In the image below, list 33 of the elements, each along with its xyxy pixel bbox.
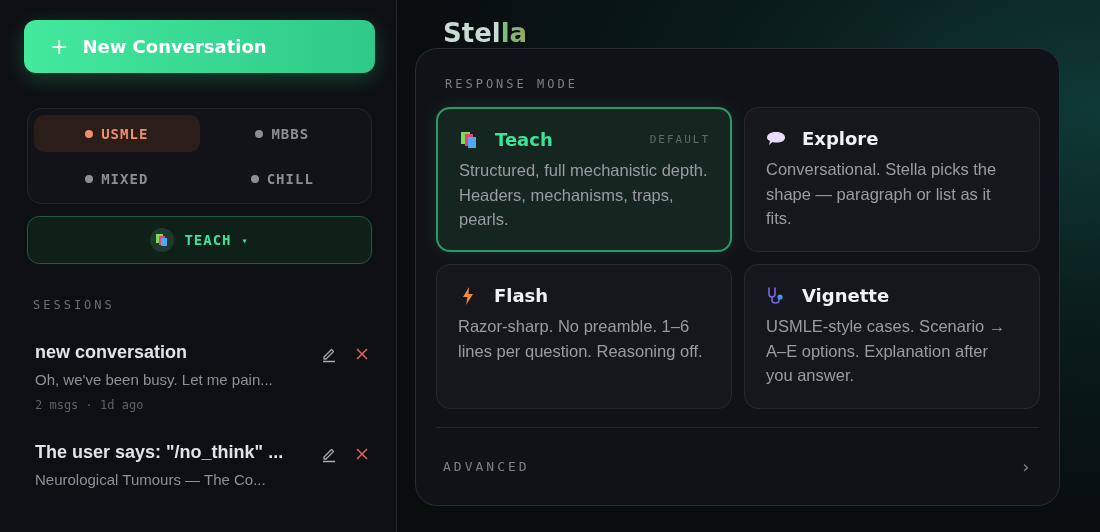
mode-description: Structured, full mechanistic depth. Headers, mechanisms, traps, pearls. xyxy=(459,160,709,230)
mode-card[interactable]: Explore Conversational. Stella picks the shape — paragraph or list as it fits. xyxy=(744,107,1040,252)
stethoscope-icon xyxy=(766,285,786,306)
session-preview: Neurological Tumours — The Co... xyxy=(35,471,267,488)
books-icon xyxy=(155,233,170,247)
track-option[interactable]: MBBS xyxy=(199,115,365,152)
track-option[interactable]: USMLE xyxy=(34,115,200,152)
edit-icon[interactable] xyxy=(321,447,337,463)
default-label: DEFAULT xyxy=(649,133,710,146)
track-option[interactable]: MIXED xyxy=(34,160,200,197)
mode-name: Vignette xyxy=(802,285,890,306)
close-icon[interactable] xyxy=(355,447,369,461)
sessions-heading: SESSIONS xyxy=(33,298,116,312)
mode-name: Explore xyxy=(802,128,879,149)
track-option[interactable]: CHILL xyxy=(199,160,365,197)
session-meta: 2 msgs · 1d ago xyxy=(35,398,145,412)
mode-name: Flash xyxy=(494,285,549,306)
mode-card[interactable]: Vignette USMLE-style cases. Scenario → A–E options. Explanation after you answer. xyxy=(744,264,1040,409)
mode-card[interactable]: Teach DEFAULT Structured, full mechanistic depth. Headers, mechanisms, traps, pearls. xyxy=(436,107,732,252)
mode-card[interactable]: Flash Razor-sharp. No preamble. 1–6 lines per question. Reasoning off. xyxy=(436,264,732,409)
session-title[interactable]: new conversation xyxy=(35,342,303,363)
mode-dropdown[interactable]: TEACH ▾ xyxy=(27,216,372,264)
mode-description: Razor-sharp. No preamble. 1–6 lines per question. Reasoning off. xyxy=(458,316,704,362)
mode-description: Conversational. Stella picks the shape — paragraph or list as it fits. xyxy=(766,159,998,229)
mode-name: Teach xyxy=(495,129,553,150)
session-preview: Oh, we've been busy. Let me pain... xyxy=(35,371,274,388)
edit-icon[interactable] xyxy=(321,347,337,363)
advanced-toggle[interactable]: ADVANCED › xyxy=(436,438,1039,494)
session-title[interactable]: The user says: "/no_think" ... xyxy=(35,442,303,463)
panel-heading: RESPONSE MODE xyxy=(445,77,579,91)
mode-description: USMLE-style cases. Scenario → A–E options. Explanation after you answer. xyxy=(766,316,1007,386)
close-icon[interactable] xyxy=(355,347,369,361)
books-icon xyxy=(459,129,479,150)
